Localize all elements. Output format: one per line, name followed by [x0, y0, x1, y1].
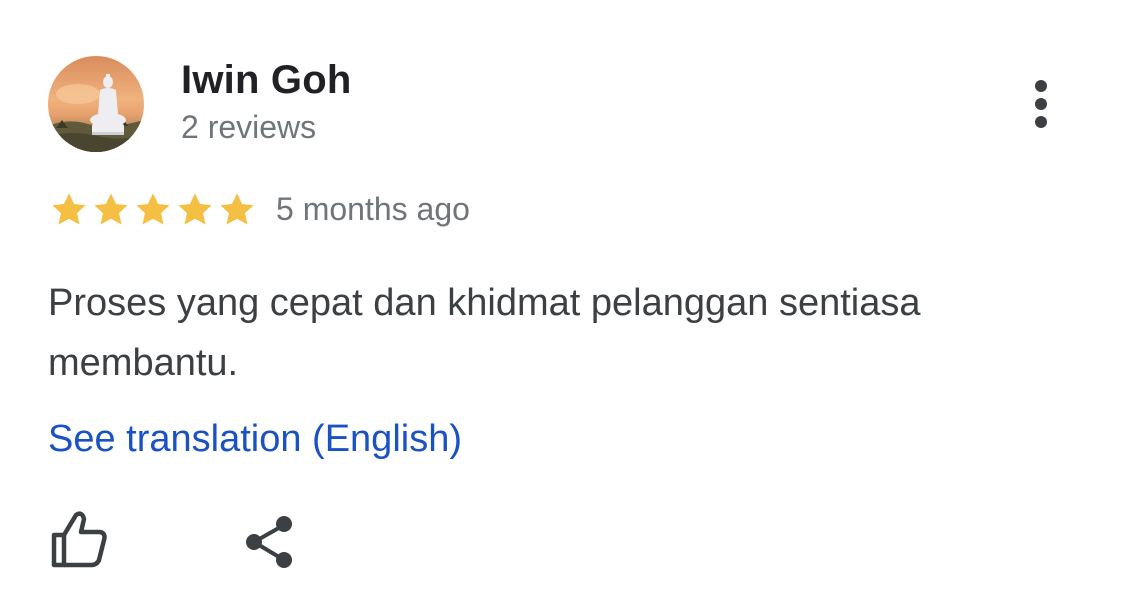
author-name[interactable]: Iwin Goh [181, 58, 351, 103]
review-card: Iwin Goh 2 reviews 5 months ago Proses y… [0, 0, 1125, 600]
more-vertical-icon [1035, 80, 1047, 128]
star-icon [136, 193, 170, 225]
star-icon [94, 193, 128, 225]
like-button[interactable] [44, 505, 114, 575]
avatar[interactable] [48, 56, 144, 152]
avatar-photo [48, 56, 144, 152]
review-time: 5 months ago [276, 191, 470, 227]
author-review-count: 2 reviews [181, 109, 317, 145]
star-icon [178, 193, 212, 225]
more-options-button[interactable] [1016, 74, 1066, 134]
share-button[interactable] [240, 511, 300, 571]
share-icon [246, 516, 292, 568]
review-text: Proses yang cepat dan khidmat pelanggan … [48, 282, 921, 384]
star-icon [52, 193, 86, 225]
see-translation-link[interactable]: See translation (English) [48, 418, 462, 461]
thumbs-up-icon [51, 511, 107, 568]
star-rating [48, 188, 258, 232]
star-icon [220, 193, 254, 225]
